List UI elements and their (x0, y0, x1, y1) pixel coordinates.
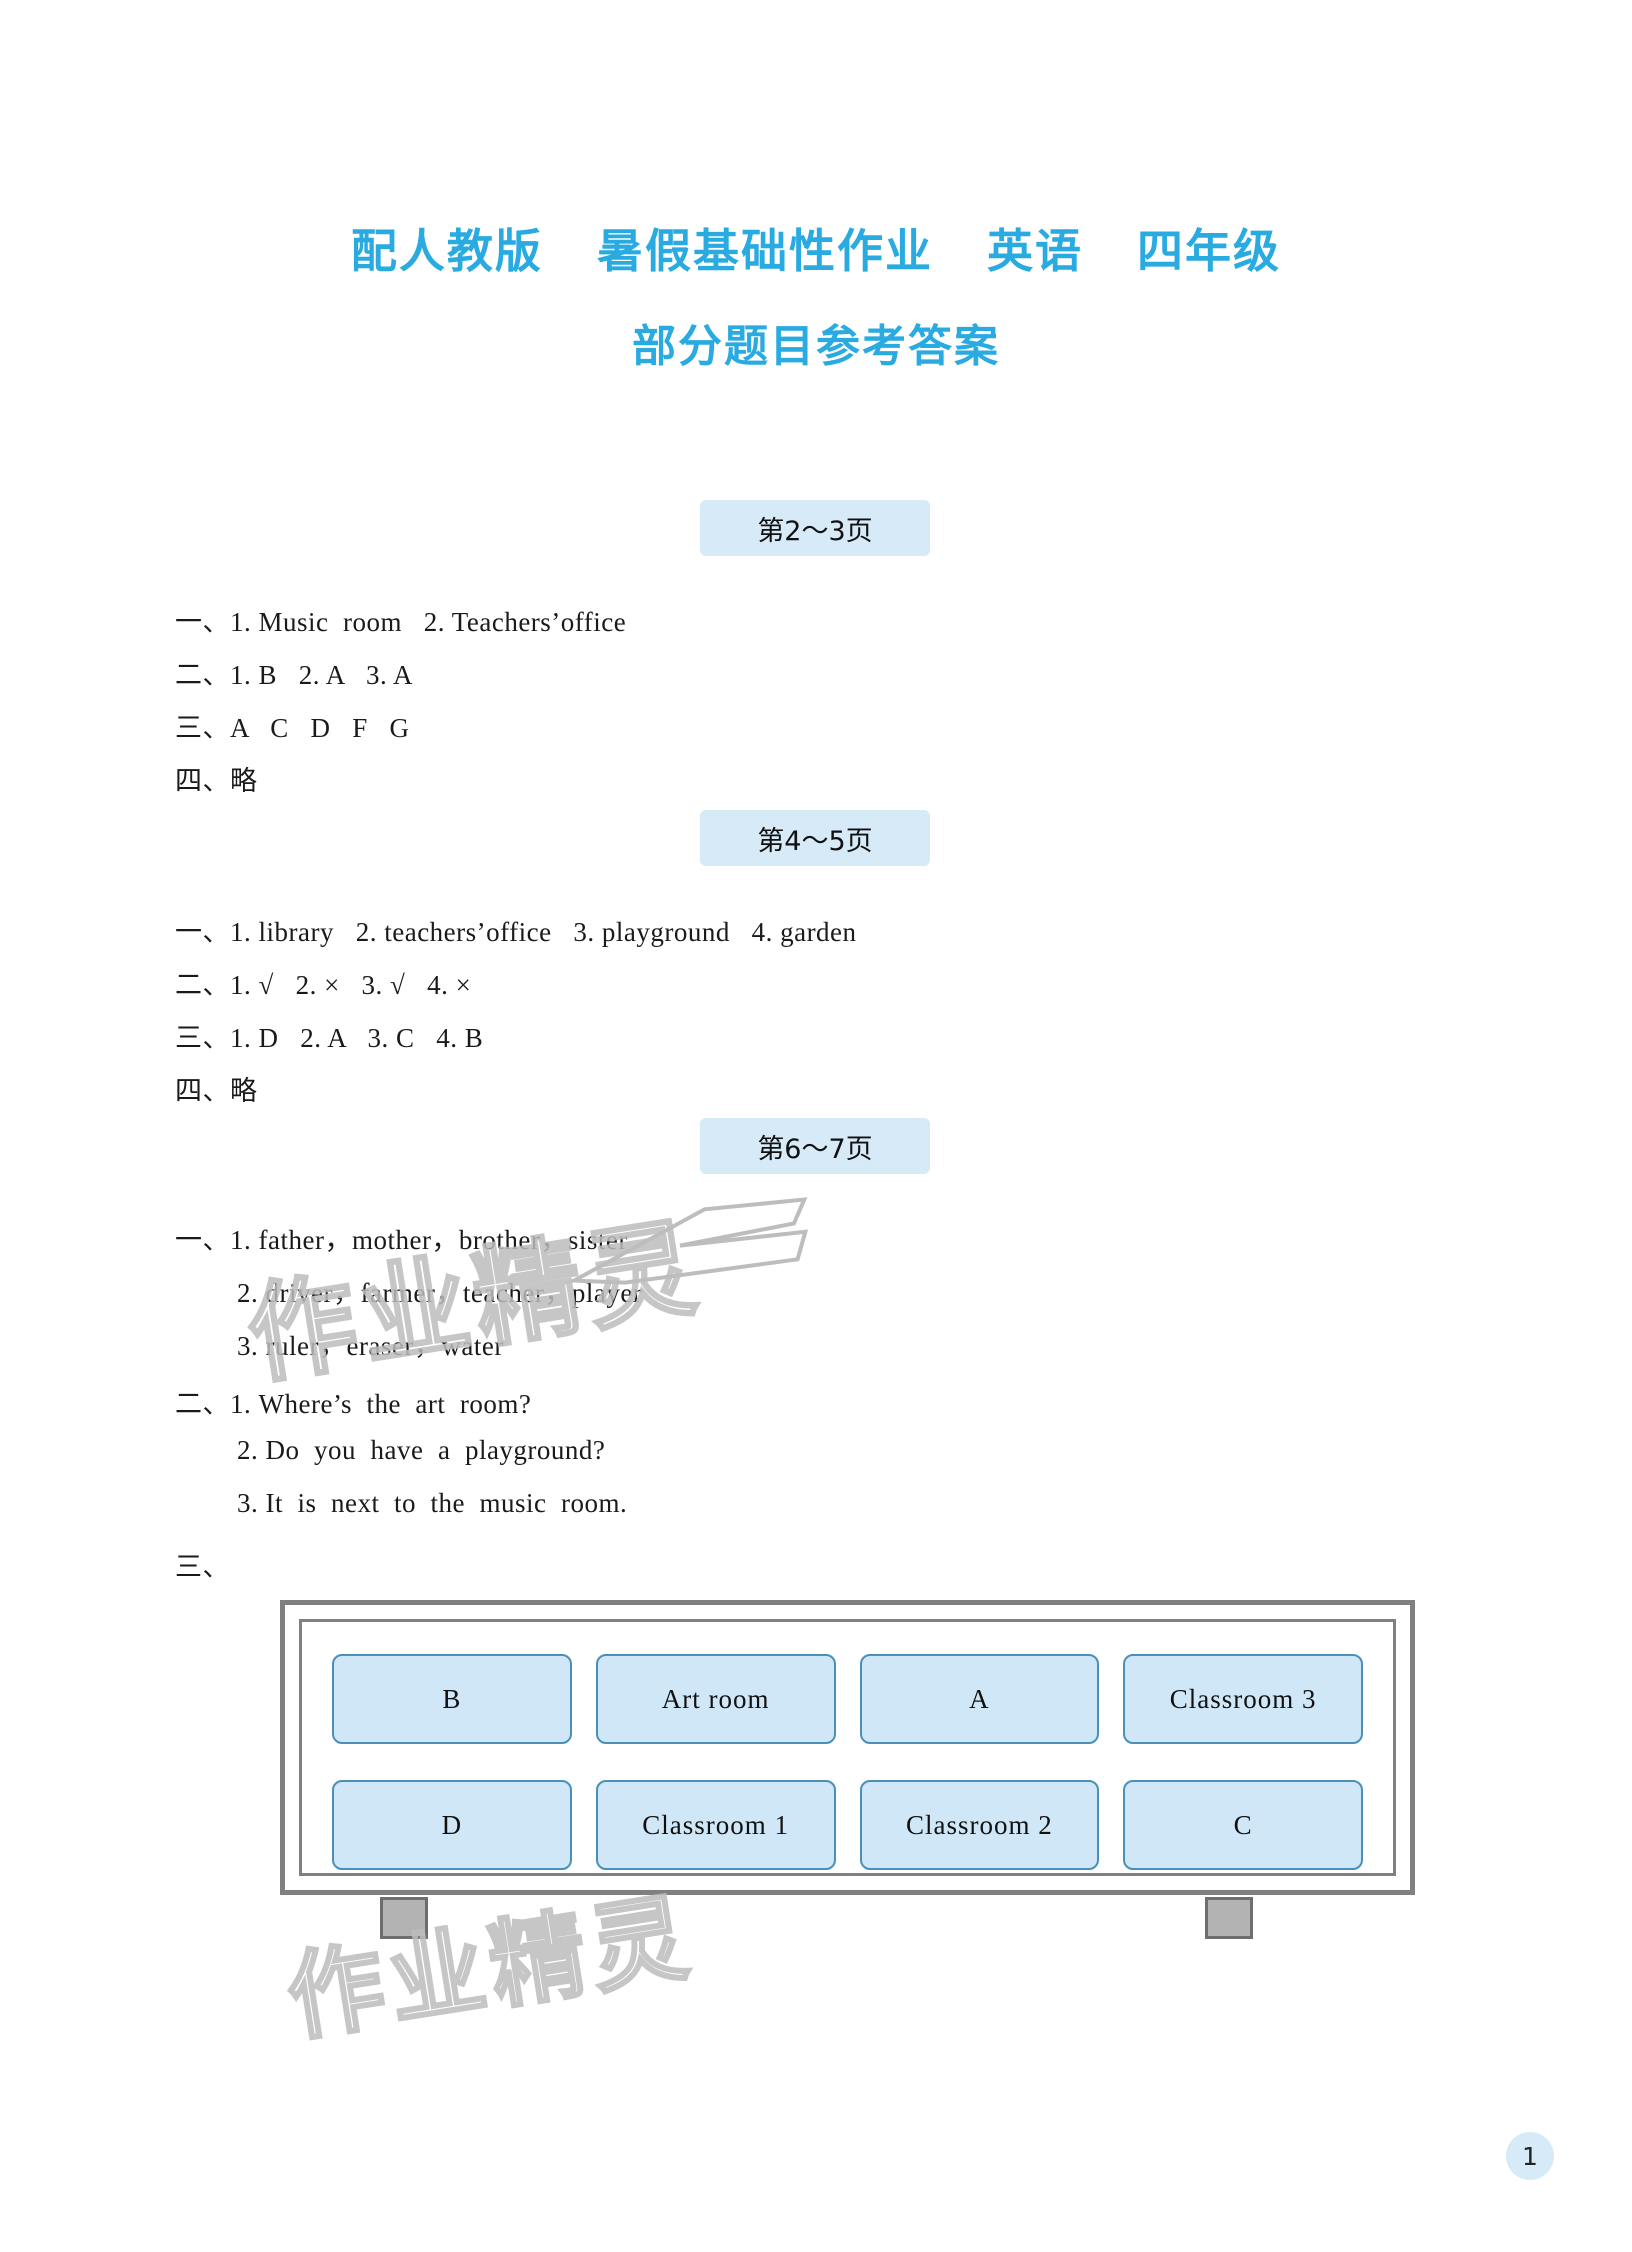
diagram-row-bottom: D Classroom 1 Classroom 2 C (332, 1780, 1363, 1870)
diagram-cell: B (332, 1654, 572, 1744)
diagram-inner-border: B Art room A Classroom 3 D Classroom 1 C… (299, 1619, 1396, 1876)
answer-key-page: 配人教版 暑假基础性作业 英语 四年级 部分题目参考答案 第2～3页 一、1. … (0, 0, 1632, 2252)
answer-line: 三、1. D 2. A 3. C 4. B (175, 1023, 484, 1053)
answer-line: 三、A C D F G (175, 713, 410, 743)
answer-line: 三、 (175, 1552, 230, 1582)
page-number: 1 (1506, 2132, 1554, 2180)
answer-line: 一、1. Music room 2. Teachers’office (175, 607, 627, 637)
diagram-leg-right (1205, 1897, 1253, 1939)
answer-line: 3. It is next to the music room. (237, 1488, 628, 1518)
diagram-cell: A (859, 1654, 1100, 1744)
diagram-cell: Art room (595, 1654, 836, 1744)
answer-line: 四、略 (175, 1076, 258, 1106)
answer-line: 二、1. Where’s the art room? (175, 1389, 532, 1419)
diagram-leg-left (380, 1897, 428, 1939)
section-header-2: 第4～5页 (700, 810, 930, 866)
diagram-cell: Classroom 3 (1123, 1654, 1363, 1744)
answer-line: 一、1. father，mother，brother，sister (175, 1225, 628, 1255)
answer-line: 二、1. √ 2. × 3. √ 4. × (175, 970, 472, 1000)
diagram-cell: Classroom 2 (859, 1780, 1100, 1870)
section-header-3: 第6～7页 (700, 1118, 930, 1174)
answer-line: 二、1. B 2. A 3. A (175, 660, 414, 690)
classroom-layout-diagram: B Art room A Classroom 3 D Classroom 1 C… (280, 1600, 1415, 1939)
page-subtitle: 部分题目参考答案 (632, 321, 1000, 372)
diagram-row-top: B Art room A Classroom 3 (332, 1654, 1363, 1744)
answer-line: 四、略 (175, 766, 258, 796)
answer-line: 2. Do you have a playground? (237, 1435, 606, 1465)
diagram-cell: Classroom 1 (595, 1780, 836, 1870)
diagram-cell: C (1123, 1780, 1363, 1870)
answer-line: 2. driver，farmer，teacher，player (237, 1278, 643, 1308)
page-title: 配人教版 暑假基础性作业 英语 四年级 (350, 224, 1282, 278)
answer-line: 一、1. library 2. teachers’office 3. playg… (175, 917, 857, 947)
answer-line: 3. ruler，eraser，water (237, 1331, 504, 1361)
section-header-1: 第2～3页 (700, 500, 930, 556)
diagram-cell: D (332, 1780, 572, 1870)
